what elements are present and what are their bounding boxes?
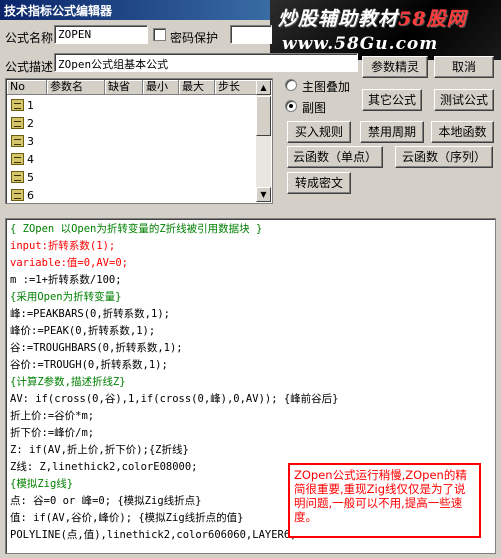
- row-number: 5: [27, 170, 34, 184]
- desc-label: 公式描述: [5, 60, 54, 74]
- code-line: 折下价:=峰价/m;: [10, 427, 95, 439]
- row-edit-icon: [11, 99, 24, 111]
- overlay-label: 主图叠加: [302, 80, 351, 94]
- col-default: 缺省: [105, 80, 143, 95]
- password-checkbox[interactable]: [153, 28, 166, 41]
- col-step: 步长: [215, 80, 257, 95]
- row-number: 4: [27, 152, 34, 166]
- code-line: Z线: Z,linethick2,colorE08000;: [10, 461, 198, 473]
- subchart-radio[interactable]: [285, 100, 297, 112]
- param-wizard-button[interactable]: 参数精灵: [362, 56, 428, 78]
- subchart-label: 副图: [302, 101, 327, 115]
- code-line: 峰:=PEAKBARS(0,折转系数,1);: [10, 308, 170, 320]
- param-row[interactable]: 2: [7, 114, 47, 132]
- code-line: {模拟Zig线}: [10, 478, 74, 490]
- code-line: input:折转系数(1);: [10, 240, 116, 252]
- param-table[interactable]: No 参数名 缺省 最小 最大 步长 1 2 3 4 5 6 ▲ ▼: [5, 78, 273, 204]
- col-min: 最小: [143, 80, 179, 95]
- row-edit-icon: [11, 171, 24, 183]
- cloud-single-button[interactable]: 云函数（单点）: [287, 146, 383, 168]
- other-formula-button[interactable]: 其它公式: [362, 89, 422, 111]
- code-line: Z: if(AV,折上价,折下价);{Z折线}: [10, 444, 189, 456]
- code-line: {采用Open为折转变量}: [10, 291, 122, 303]
- row-number: 2: [27, 116, 34, 130]
- test-formula-button[interactable]: 测试公式: [434, 89, 494, 111]
- desc-field[interactable]: ZOpen公式组基本公式: [54, 53, 358, 72]
- code-line: { ZOpen 以Open为折转变量的Z折线被引用数据块 }: [10, 223, 263, 235]
- col-max: 最大: [179, 80, 215, 95]
- local-function-button[interactable]: 本地函数: [431, 121, 494, 143]
- window-title: 技术指标公式编辑器: [4, 4, 113, 18]
- code-line: AV: if(cross(0,谷),1,if(cross(0,峰),0,AV))…: [10, 393, 339, 405]
- code-line: 点: 谷=0 or 峰=0; {模拟Zig线折点}: [10, 495, 202, 507]
- row-number: 3: [27, 134, 34, 148]
- row-edit-icon: [11, 135, 24, 147]
- scroll-down-icon[interactable]: ▼: [256, 187, 271, 202]
- row-edit-icon: [11, 117, 24, 129]
- code-line: 谷:=TROUGHBARS(0,折转系数,1);: [10, 342, 183, 354]
- col-no: No: [7, 80, 47, 95]
- code-line: {计算Z参数,描述折线Z}: [10, 376, 126, 388]
- banner-text-red: 58股网: [398, 8, 467, 30]
- param-row[interactable]: 5: [7, 168, 47, 186]
- banner-url: www.58Gu.com: [282, 34, 439, 54]
- scroll-up-icon[interactable]: ▲: [256, 80, 271, 95]
- code-line: 值: if(AV,谷价,峰价); {模拟Zig线折点的值}: [10, 512, 244, 524]
- password-label: 密码保护: [170, 31, 219, 45]
- code-line: m :=1+折转系数/100;: [10, 274, 122, 286]
- watermark-banner: 炒股辅助教材58股网 www.58Gu.com: [270, 0, 501, 60]
- param-row[interactable]: 1: [7, 96, 47, 114]
- param-row[interactable]: 6: [7, 186, 47, 203]
- param-table-header: No 参数名 缺省 最小 最大 步长: [7, 80, 257, 95]
- param-row[interactable]: 3: [7, 132, 47, 150]
- banner-title: 炒股辅助教材58股网: [278, 4, 466, 31]
- code-line: variable:值=0,AV=0;: [10, 257, 128, 269]
- code-line: 峰价:=PEAK(0,折转系数,1);: [10, 325, 156, 337]
- row-edit-icon: [11, 189, 24, 201]
- scroll-thumb[interactable]: [256, 96, 271, 136]
- code-line: 折上价:=谷价*m;: [10, 410, 95, 422]
- row-number: 6: [27, 188, 34, 202]
- param-row[interactable]: 4: [7, 150, 47, 168]
- cloud-series-button[interactable]: 云函数（序列）: [395, 146, 493, 168]
- col-param-name: 参数名: [47, 80, 105, 95]
- to-cipher-button[interactable]: 转成密文: [287, 172, 351, 194]
- name-label: 公式名称: [5, 31, 54, 45]
- row-number: 1: [27, 98, 34, 112]
- param-scrollbar[interactable]: ▲ ▼: [256, 80, 271, 202]
- name-field[interactable]: ZOPEN: [54, 25, 148, 44]
- cancel-button[interactable]: 取消: [434, 56, 494, 78]
- buy-rule-button[interactable]: 买入规则: [287, 121, 351, 143]
- password-field[interactable]: [230, 25, 272, 44]
- code-line: 谷价:=TROUGH(0,折转系数,1);: [10, 359, 168, 371]
- code-line: POLYLINE(点,值),linethick2,color606060,LAY…: [10, 529, 297, 541]
- annotation-note: ZOpen公式运行稍慢,ZOpen的精简很重要,重现Zig线仅仅是为了说明问题,…: [288, 463, 481, 538]
- overlay-radio[interactable]: [285, 79, 297, 91]
- row-edit-icon: [11, 153, 24, 165]
- banner-text-main: 炒股辅助教材: [278, 8, 399, 30]
- disable-period-button[interactable]: 禁用周期: [360, 121, 424, 143]
